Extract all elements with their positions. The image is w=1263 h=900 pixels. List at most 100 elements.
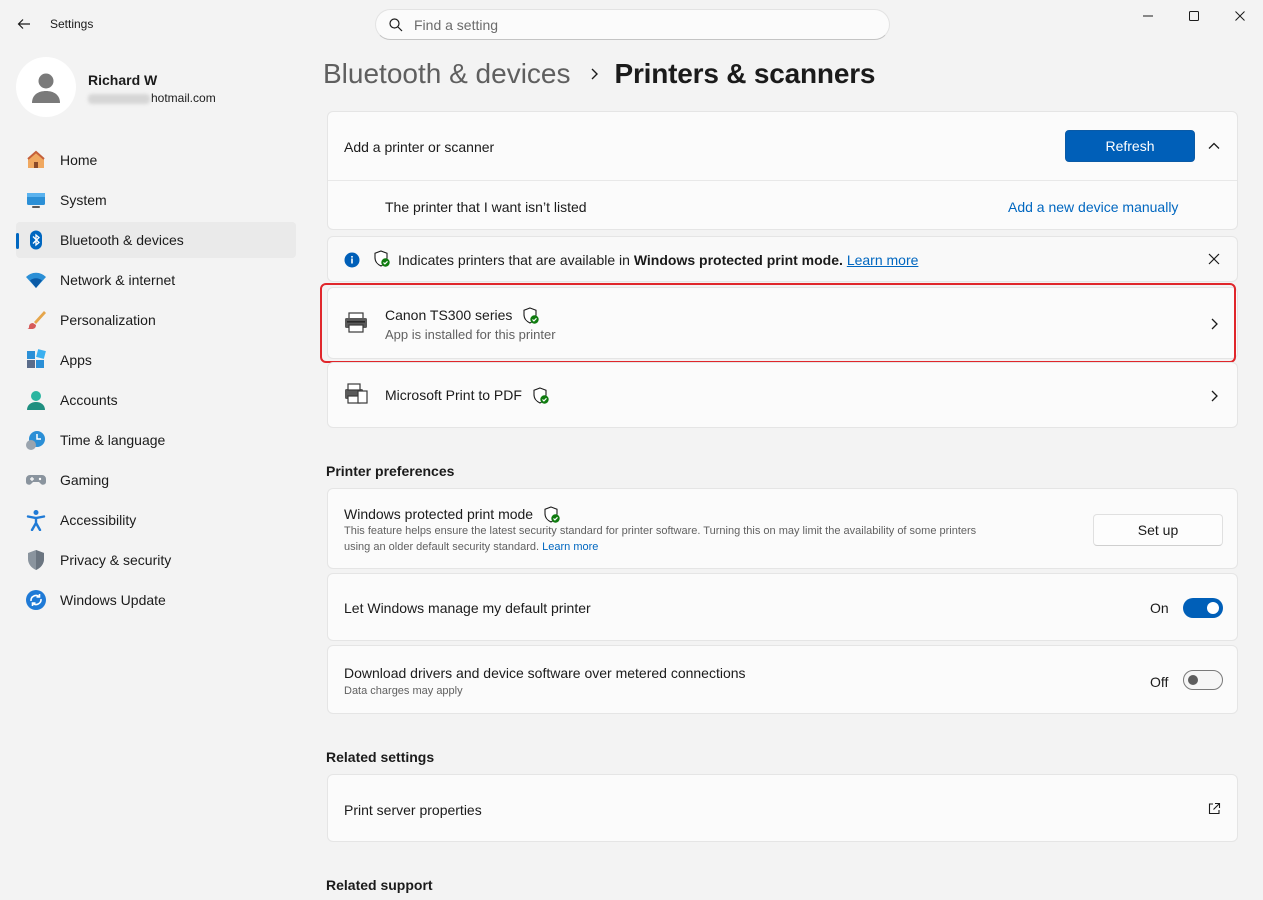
protected-shield-icon (532, 387, 550, 405)
printer-name: Canon TS300 series (385, 307, 540, 325)
related-settings-heading: Related settings (326, 749, 435, 765)
close-icon (1235, 11, 1245, 21)
collapse-button[interactable] (1206, 138, 1222, 154)
printer-name-text: Microsoft Print to PDF (385, 387, 522, 403)
sidebar-item-label: Bluetooth & devices (60, 232, 184, 248)
sidebar-item-label: Windows Update (60, 592, 166, 608)
printer-subtitle: App is installed for this printer (385, 327, 556, 342)
protected-mode-title-text: Windows protected print mode (344, 506, 534, 522)
protected-shield-icon (522, 307, 540, 325)
sidebar-item-label: System (60, 192, 107, 208)
search-box[interactable] (375, 9, 890, 40)
printer-preferences-heading: Printer preferences (326, 463, 455, 479)
avatar (16, 57, 76, 117)
breadcrumb-parent-link[interactable]: Bluetooth & devices (323, 58, 571, 90)
app-title: Settings (50, 17, 94, 31)
search-icon (389, 17, 403, 31)
printer-name-text: Canon TS300 series (385, 307, 513, 323)
minimize-icon (1143, 15, 1153, 17)
add-printer-label: Add a printer or scanner (344, 139, 495, 155)
printer-item-microsoft-pdf[interactable]: Microsoft Print to PDF (327, 362, 1238, 428)
related-support-heading: Related support (326, 877, 433, 893)
search-input[interactable] (414, 16, 854, 33)
printer-icon (345, 383, 368, 404)
title-bar: Settings (0, 0, 1263, 48)
email-redaction (88, 93, 150, 104)
open-external-icon (1206, 801, 1222, 817)
sidebar-item-network[interactable]: Network & internet (16, 262, 296, 298)
back-button[interactable] (10, 10, 38, 38)
chevron-right-icon (1206, 316, 1222, 332)
metered-download-label: Download drivers and device software ove… (344, 665, 746, 681)
refresh-button[interactable]: Refresh (1065, 130, 1195, 162)
print-server-properties-item[interactable]: Print server properties (327, 774, 1238, 842)
accessibility-icon (24, 508, 48, 532)
default-printer-card: Let Windows manage my default printer On (327, 573, 1238, 641)
info-bar: Indicates printers that are available in… (327, 236, 1238, 282)
protected-mode-description-1: This feature helps ensure the latest sec… (344, 525, 977, 537)
info-text-plain: Indicates printers that are available in (398, 252, 634, 268)
sidebar-item-accounts[interactable]: Accounts (16, 382, 296, 418)
printer-icon (345, 312, 367, 333)
sidebar-item-label: Privacy & security (60, 552, 172, 568)
wifi-icon (24, 268, 48, 292)
back-arrow-icon (17, 19, 30, 29)
protected-mode-learn-more-link[interactable]: Learn more (542, 541, 598, 553)
close-window-button[interactable] (1217, 0, 1263, 32)
metered-download-subtitle: Data charges may apply (344, 685, 463, 697)
add-device-manually-link[interactable]: Add a new device manually (1008, 199, 1178, 215)
dismiss-info-button[interactable] (1206, 251, 1222, 267)
metered-download-state: Off (1150, 674, 1169, 690)
protected-mode-description-2: using an older default security standard… (344, 541, 598, 553)
sidebar-item-label: Network & internet (60, 272, 176, 288)
breadcrumb-chevron-icon (589, 67, 601, 81)
metered-download-card: Download drivers and device software ove… (327, 645, 1238, 714)
sidebar-item-bluetooth-devices[interactable]: Bluetooth & devices (16, 222, 296, 258)
info-learn-more-link[interactable]: Learn more (847, 252, 919, 268)
divider (328, 180, 1237, 181)
default-printer-toggle[interactable] (1183, 598, 1223, 618)
sidebar-item-home[interactable]: Home (16, 142, 296, 178)
close-icon (1208, 253, 1220, 265)
info-text: Indicates printers that are available in… (398, 252, 918, 268)
sidebar-item-privacy-security[interactable]: Privacy & security (16, 542, 296, 578)
sidebar-item-windows-update[interactable]: Windows Update (16, 582, 296, 618)
protected-mode-description-2-text: using an older default security standard… (344, 541, 540, 553)
sidebar-item-label: Accounts (60, 392, 118, 408)
page-title: Printers & scanners (614, 58, 876, 89)
metered-download-toggle[interactable] (1183, 670, 1223, 690)
maximize-button[interactable] (1171, 0, 1217, 32)
add-printer-card: Add a printer or scanner Refresh The pri… (327, 111, 1238, 230)
user-profile[interactable]: Richard W hotmail.com (16, 57, 296, 117)
profile-email-domain: hotmail.com (151, 91, 216, 105)
sidebar-nav: Home System Bluetooth & devices Network … (16, 142, 296, 622)
sidebar-item-gaming[interactable]: Gaming (16, 462, 296, 498)
sidebar-item-apps[interactable]: Apps (16, 342, 296, 378)
chevron-right-icon (1206, 388, 1222, 404)
set-up-button[interactable]: Set up (1093, 514, 1223, 546)
sidebar-item-personalization[interactable]: Personalization (16, 302, 296, 338)
default-printer-label: Let Windows manage my default printer (344, 600, 591, 616)
printer-name: Microsoft Print to PDF (385, 387, 550, 405)
sidebar-item-time-language[interactable]: Time & language (16, 422, 296, 458)
shield-icon (24, 548, 48, 572)
gamepad-icon (24, 468, 48, 492)
sidebar-item-system[interactable]: System (16, 182, 296, 218)
breadcrumb: Bluetooth & devices Printers & scanners (323, 58, 875, 90)
default-printer-state: On (1150, 600, 1169, 616)
sidebar-item-accessibility[interactable]: Accessibility (16, 502, 296, 538)
profile-name: Richard W (88, 72, 158, 88)
sidebar-item-label: Home (60, 152, 98, 168)
protected-shield-icon (543, 506, 561, 524)
bluetooth-icon (24, 228, 48, 252)
sidebar-item-label: Time & language (60, 432, 166, 448)
protected-print-mode-card: Windows protected print mode This featur… (327, 488, 1238, 569)
time-language-icon (24, 428, 48, 452)
minimize-button[interactable] (1125, 0, 1171, 32)
info-icon (344, 252, 360, 268)
system-icon (24, 188, 48, 212)
apps-icon (24, 348, 48, 372)
profile-email: hotmail.com (88, 91, 216, 105)
paintbrush-icon (24, 308, 48, 332)
printer-item-canon[interactable]: Canon TS300 series App is installed for … (327, 287, 1238, 359)
